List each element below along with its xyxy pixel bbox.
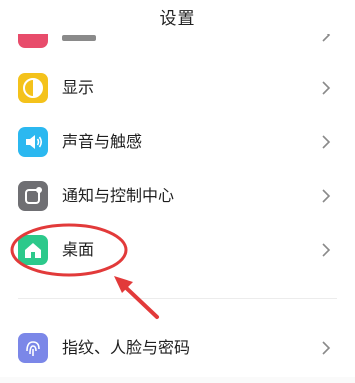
chevron-right-icon — [322, 243, 331, 257]
chevron-right-icon — [322, 341, 331, 355]
section-divider — [18, 298, 337, 299]
settings-item-security[interactable]: 指纹、人脸与密码 — [0, 321, 355, 375]
settings-item-sound[interactable]: 声音与触感 — [0, 115, 355, 169]
settings-item-display[interactable]: 显示 — [0, 61, 355, 115]
notification-icon — [18, 181, 48, 211]
chevron-right-icon — [322, 81, 331, 95]
settings-item-desktop[interactable]: 桌面 — [0, 223, 355, 277]
page-header: 设置 — [0, 0, 355, 34]
bottom-edge — [0, 377, 355, 383]
page-title: 设置 — [159, 9, 196, 29]
settings-item-label: 显示 — [62, 78, 95, 97]
fingerprint-icon — [18, 333, 48, 363]
display-icon — [18, 73, 48, 103]
settings-screen: 设置 显示 声音与触感 通知与控制中心 桌面 指纹、人脸与密码 — [0, 0, 355, 383]
partial-row-label — [62, 35, 96, 41]
settings-item-label: 指纹、人脸与密码 — [62, 338, 191, 357]
settings-item-label: 桌面 — [62, 240, 95, 259]
settings-item-label: 通知与控制中心 — [62, 186, 175, 205]
chevron-right-icon — [322, 189, 331, 203]
partial-row-icon — [18, 34, 48, 48]
settings-item-notifications[interactable]: 通知与控制中心 — [0, 169, 355, 223]
speaker-icon — [18, 127, 48, 157]
arrow-shaft — [119, 281, 159, 319]
chevron-right-icon — [322, 135, 331, 149]
home-icon — [18, 235, 48, 265]
arrow-head-icon — [114, 276, 133, 293]
settings-item-label: 声音与触感 — [62, 132, 143, 151]
